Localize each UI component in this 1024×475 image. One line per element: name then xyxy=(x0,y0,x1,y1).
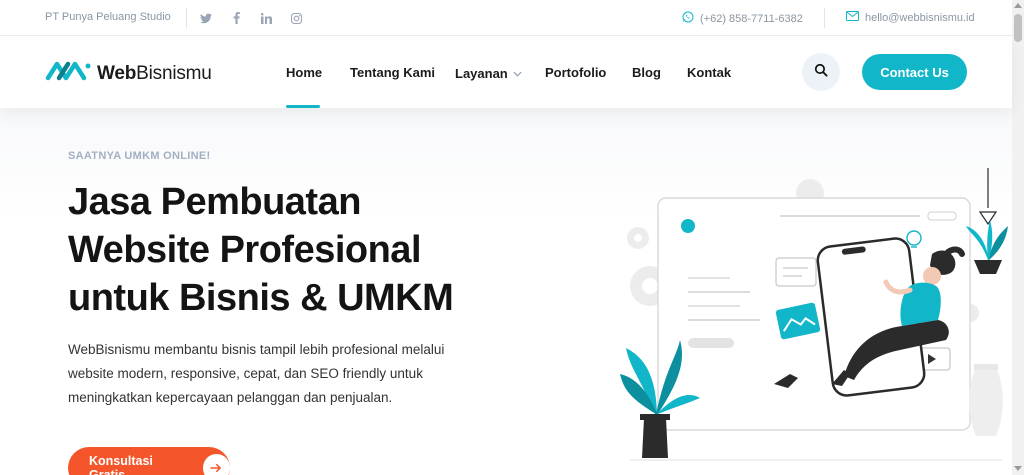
instagram-icon[interactable] xyxy=(288,10,304,26)
scroll-thumb[interactable] xyxy=(1014,14,1022,42)
logo-mark-icon xyxy=(45,58,91,89)
hero-headline: Jasa Pembuatan Website Profesional untuk… xyxy=(68,181,454,319)
twitter-icon[interactable] xyxy=(198,10,214,26)
divider xyxy=(186,8,187,28)
vertical-scrollbar[interactable] xyxy=(1012,0,1024,475)
divider xyxy=(824,8,825,28)
mail-icon xyxy=(846,11,859,24)
email-address: hello@webbisnismu.id xyxy=(865,11,975,24)
hero-illustration xyxy=(610,168,1010,475)
konsultasi-gratis-button[interactable]: Konsultasi Gratis xyxy=(68,447,230,475)
nav-blog[interactable]: Blog xyxy=(632,65,661,80)
facebook-icon[interactable] xyxy=(228,10,244,26)
hero-section: SAATNYA UMKM ONLINE! Jasa Pembuatan Webs… xyxy=(0,108,1012,475)
nav-kontak[interactable]: Kontak xyxy=(687,65,731,80)
contact-us-button[interactable]: Contact Us xyxy=(862,54,967,90)
cta-label: Konsultasi Gratis xyxy=(89,454,153,475)
company-name: PT Punya Peluang Studio xyxy=(45,11,171,23)
active-nav-indicator xyxy=(286,105,320,108)
whatsapp-icon xyxy=(682,11,694,26)
phone-number: (+62) 858-7711-6382 xyxy=(700,12,803,25)
hero-description: WebBisnismu membantu bisnis tampil lebih… xyxy=(68,342,445,405)
top-bar: PT Punya Peluang Studio (+62) 858-7711-6… xyxy=(0,0,1012,36)
chevron-down-icon xyxy=(513,65,522,80)
main-header: WebBisnismu Home Tentang Kami Layanan Po… xyxy=(0,37,1012,108)
phone-contact[interactable]: (+62) 858-7711-6382 xyxy=(682,11,803,26)
nav-tentang-kami[interactable]: Tentang Kami xyxy=(350,65,435,80)
nav-portofolio[interactable]: Portofolio xyxy=(545,65,606,80)
nav-layanan[interactable]: Layanan xyxy=(455,65,522,81)
search-button[interactable] xyxy=(802,53,840,91)
logo-text: WebBisnismu xyxy=(97,62,212,84)
email-contact[interactable]: hello@webbisnismu.id xyxy=(846,11,975,24)
hero-eyebrow: SAATNYA UMKM ONLINE! xyxy=(68,150,211,162)
scroll-up-arrow-icon[interactable] xyxy=(1014,3,1022,8)
linkedin-icon[interactable] xyxy=(258,10,274,26)
logo[interactable]: WebBisnismu xyxy=(45,58,212,89)
scroll-down-arrow-icon[interactable] xyxy=(1014,466,1022,471)
search-icon xyxy=(814,63,828,82)
nav-home[interactable]: Home xyxy=(286,65,322,80)
arrow-right-icon xyxy=(202,454,230,475)
